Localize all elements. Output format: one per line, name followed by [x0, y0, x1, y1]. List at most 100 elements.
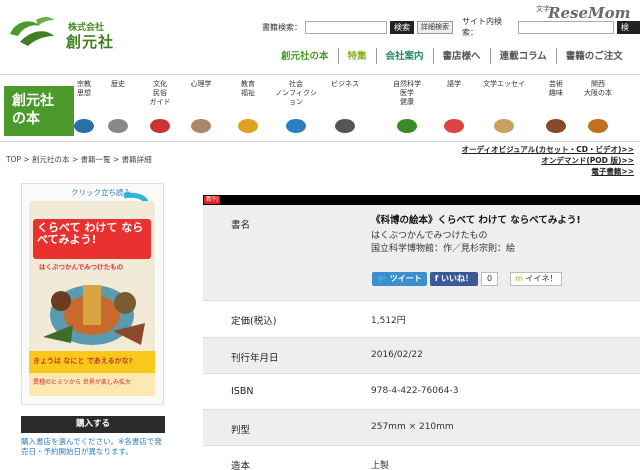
category-flag[interactable]: 文化 民俗 ガイド [138, 80, 182, 107]
tweet-button[interactable]: 🐦 ツイート [372, 272, 427, 286]
detail-search-button[interactable]: 詳細検索 [417, 20, 453, 34]
mixi-icon: m [515, 274, 523, 283]
global-nav: 創元社の本 特集 会社案内 書店様へ 連載コラム 書籍のご注文 [272, 48, 632, 64]
category-label-line1: 自然科学 [393, 80, 421, 88]
detail-row-label: 判型 [231, 425, 251, 436]
site-search-button[interactable]: 検索 [616, 20, 640, 43]
category-people[interactable]: 心理学 [179, 80, 223, 89]
detail-row-value: 978-4-422-76064-3 [371, 386, 459, 396]
category-globe[interactable]: 社会 ノンフィクション [274, 80, 318, 107]
book-search-input[interactable] [305, 20, 387, 34]
detail-row: ISBN 978-4-422-76064-3 [203, 374, 640, 410]
book-cover[interactable]: くらべて わけて ならべてみよう! はくぶつかんでみつけたもの きょうは なにと… [29, 201, 155, 396]
category-label-line1: 芸術 [549, 80, 563, 88]
new-release-badge: 新刊 [204, 196, 221, 204]
tweet-label: ツイート [389, 274, 422, 283]
category-label-line1: 語学 [447, 80, 461, 88]
category-label-line1: 文学エッセイ [483, 80, 525, 88]
open-book-icon [494, 119, 514, 133]
category-label-line1: ビジネス [331, 80, 359, 88]
detail-row: 判型 257mm × 210mm [203, 410, 640, 446]
category-laptop[interactable]: ビジネス [323, 80, 367, 89]
detail-row-label: ISBN [231, 386, 254, 397]
cover-subtitle: はくぶつかんでみつけたもの [39, 263, 124, 271]
facebook-like-button[interactable]: f いいね！ [429, 272, 479, 286]
gnav-item-3[interactable]: 書店様へ [432, 48, 490, 64]
gnav-item-1[interactable]: 特集 [337, 48, 376, 64]
category-label-line2: ノンフィクション [275, 89, 317, 106]
side-links: オーディオビジュアル(カセット・CD・ビデオ)>> オンデマンド(POD 版)>… [462, 144, 634, 177]
category-pencils[interactable]: 教育 福祉 [226, 80, 270, 98]
book-subtitle: はくぶつかんでみつけたもの [371, 231, 488, 241]
category-label-line2: 民俗 [153, 89, 167, 97]
leaf-logo-icon [10, 17, 54, 46]
book-search: 書籍検索： 検索 詳細検索 [262, 20, 453, 34]
gnav-item-2[interactable]: 会社案内 [375, 48, 433, 64]
watermark-text: ReseMom [548, 4, 631, 22]
side-link-audio[interactable]: オーディオビジュアル(カセット・CD・ビデオ)>> [462, 144, 634, 155]
cover-illustration-icon [43, 285, 145, 345]
detail-row-value: 2016/02/22 [371, 350, 423, 360]
laptop-icon [335, 119, 355, 133]
mixi-label: イイネ！ [525, 274, 558, 283]
cover-title: くらべて わけて ならべてみよう! [33, 219, 151, 259]
category-label-line1: 教育 [241, 80, 255, 88]
category-label-line2: 趣味 [549, 89, 563, 97]
category-open-book[interactable]: 文学エッセイ [482, 80, 526, 89]
category-painter[interactable]: 芸術 趣味 [534, 80, 578, 98]
detail-row-value: 上製 [371, 461, 390, 470]
globe-icon [286, 119, 306, 133]
band-title-line2: の本 [12, 111, 40, 127]
book-search-label: 書籍検索： [262, 22, 302, 32]
flag-icon [150, 119, 170, 133]
company-logo[interactable]: 株式会社 創元社 [6, 8, 126, 52]
detail-row: 定価(税込) 1,512円 [203, 301, 640, 338]
breadcrumb[interactable]: TOP > 創元社の本 > 書籍一覧 > 書籍詳細 [6, 154, 152, 165]
mixi-like-button[interactable]: m イイネ！ [510, 272, 563, 286]
detail-row-value: 1,512円 [371, 316, 406, 326]
blocks-icon [444, 119, 464, 133]
category-label-line3: ガイド [149, 98, 171, 106]
detail-header-bar [203, 195, 640, 205]
share-buttons: 🐦 ツイート f いいね！ 0 m イイネ！ [372, 272, 563, 286]
gnav-item-5[interactable]: 書籍のご注文 [555, 48, 632, 64]
category-label-line3: 健康 [400, 98, 414, 106]
side-link-pod[interactable]: オンデマンド(POD 版)>> [462, 155, 634, 166]
side-link-ebook[interactable]: 電子書籍>> [462, 166, 634, 177]
category-label-line2: 医学 [400, 89, 414, 97]
gnav-item-4[interactable]: 連載コラム [489, 48, 556, 64]
category-label-line1: 関西 [591, 80, 605, 88]
category-label-line1: 社会 [289, 80, 303, 88]
like-label: いいね！ [441, 274, 474, 283]
knight-icon [108, 119, 128, 133]
title-value-block: 《科博の絵本》くらべて わけて ならべてみよう! はくぶつかんでみつけたもの 国… [371, 215, 621, 254]
book-search-button[interactable]: 検索 [390, 20, 414, 34]
sprout-icon [397, 119, 417, 133]
painter-icon [546, 119, 566, 133]
detail-row-value: 257mm × 210mm [371, 422, 454, 432]
buy-button[interactable]: 購入する [21, 416, 165, 433]
bread-icon [588, 119, 608, 133]
site-search-label: サイト内検索： [462, 17, 502, 37]
detail-row: 造本 上製 [203, 446, 640, 470]
site-search-input[interactable] [517, 20, 614, 34]
category-sprout[interactable]: 自然科学 医学 健康 [385, 80, 429, 107]
category-blocks[interactable]: 語学 [432, 80, 476, 89]
category-bread[interactable]: 関西 大阪の本 [576, 80, 620, 98]
resemom-watermark: eReseMom [548, 4, 630, 22]
like-count: 0 [481, 272, 499, 286]
cover-footer: 異種のヒミツから 世界が楽しみ拡大 [29, 373, 155, 396]
book-authors: 国立科学博物館：作／見杉宗則：絵 [371, 244, 516, 254]
category-label-line1: 心理学 [190, 80, 212, 88]
category-label-line2: 思想 [77, 89, 91, 97]
book-title: 《科博の絵本》くらべて わけて ならべてみよう! [371, 215, 581, 226]
buy-note: 購入書店を選んでください。※各書店で発売日・予約開始日が異なります。 [21, 437, 162, 456]
detail-row-label: 刊行年月日 [231, 353, 279, 364]
company-name: 創元社 [66, 33, 115, 51]
pencils-icon [238, 119, 258, 133]
category-label-line1: 歴史 [111, 80, 125, 88]
cover-tagline: きょうは なにと であえるかな? [29, 351, 155, 373]
gnav-item-0[interactable]: 創元社の本 [272, 48, 338, 64]
category-knight[interactable]: 歴史 [96, 80, 140, 89]
detail-row-label: 造本 [231, 461, 251, 470]
